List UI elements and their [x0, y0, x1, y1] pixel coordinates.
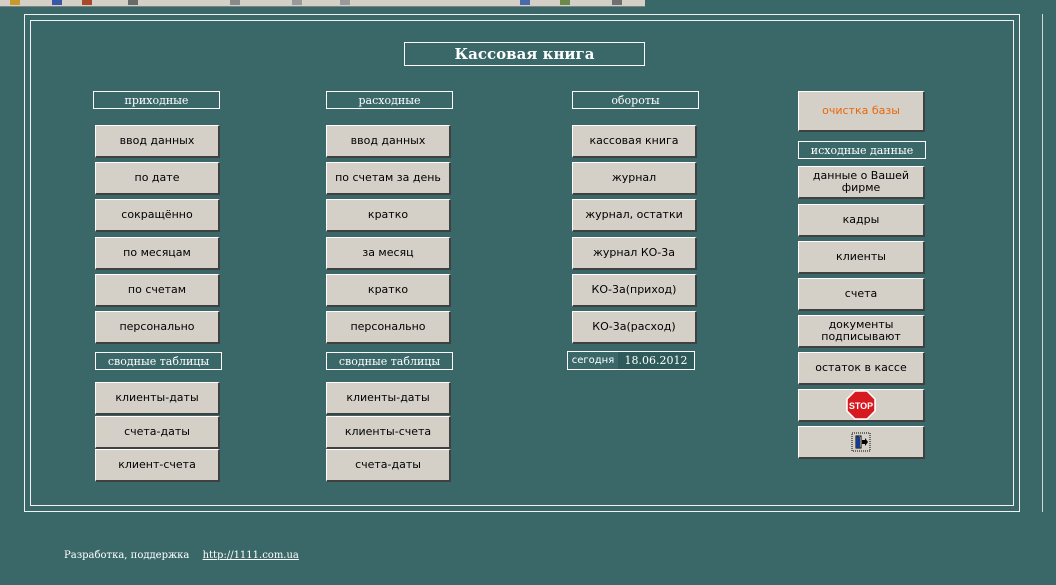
outgoing-accounts-dates-button[interactable]: счета-даты [326, 449, 451, 482]
toolbar-icon[interactable] [52, 0, 62, 5]
today-label: сегодня [571, 355, 615, 366]
footer-link[interactable]: http://1111.com.ua [203, 550, 299, 561]
stop-sign-text: STOP [849, 401, 873, 411]
incoming-by-month-button[interactable]: по месяцам [95, 237, 220, 270]
top-toolbar-strip [0, 0, 645, 7]
incoming-client-accounts-button[interactable]: клиент-счета [95, 449, 220, 482]
stop-button[interactable]: STOP [798, 389, 925, 422]
incoming-clients-dates-button[interactable]: клиенты-даты [95, 382, 220, 415]
incoming-accounts-dates-button[interactable]: счета-даты [95, 416, 220, 449]
toolbar-icon[interactable] [128, 0, 138, 5]
accounts-button[interactable]: счета [798, 278, 925, 311]
outgoing-clients-accounts-button[interactable]: клиенты-счета [326, 416, 451, 449]
outgoing-by-account-day-button[interactable]: по счетам за день [326, 162, 451, 195]
incoming-by-account-button[interactable]: по счетам [95, 274, 220, 307]
clear-database-button[interactable]: очистка базы [798, 91, 925, 132]
incoming-brief-button[interactable]: сокращённо [95, 199, 220, 232]
exit-door-icon [851, 432, 871, 452]
ko3a-incoming-button[interactable]: КО-3а(приход) [572, 274, 697, 307]
footer-text: Разработка, поддержка [64, 550, 190, 561]
outgoing-brief-2-button[interactable]: кратко [326, 274, 451, 307]
outgoing-data-entry-button[interactable]: ввод данных [326, 125, 451, 158]
cash-balance-button[interactable]: остаток в кассе [798, 352, 925, 385]
incoming-data-entry-button[interactable]: ввод данных [95, 125, 220, 158]
outgoing-personal-button[interactable]: персонально [326, 311, 451, 344]
toolbar-icon[interactable] [230, 0, 240, 5]
source-data-header: исходные данные [798, 141, 926, 159]
incoming-personal-button[interactable]: персонально [95, 311, 220, 344]
journal-button[interactable]: журнал [572, 162, 697, 195]
clients-button[interactable]: клиенты [798, 241, 925, 274]
today-value: 18.06.2012 [618, 352, 694, 369]
ko3a-outgoing-button[interactable]: КО-3а(расход) [572, 311, 697, 344]
stop-sign-icon: STOP [846, 390, 876, 420]
page-title: Кассовая книга [404, 42, 645, 66]
outgoing-header: расходные [326, 91, 453, 109]
today-date-box: сегодня 18.06.2012 [567, 351, 695, 370]
journal-ko3a-button[interactable]: журнал КО-3а [572, 237, 697, 270]
staff-button[interactable]: кадры [798, 204, 925, 237]
signatories-button[interactable]: документы подписывают [798, 315, 925, 348]
window-edge-line [1042, 14, 1043, 512]
outgoing-summary-header: сводные таблицы [326, 352, 453, 370]
journal-balances-button[interactable]: журнал, остатки [572, 199, 697, 232]
toolbar-icon[interactable] [520, 0, 530, 5]
turnover-header: обороты [572, 91, 699, 109]
incoming-header: приходные [93, 91, 220, 109]
toolbar-icon[interactable] [612, 0, 622, 5]
toolbar-icon[interactable] [340, 0, 350, 5]
outgoing-brief-button[interactable]: кратко [326, 199, 451, 232]
cash-book-button[interactable]: кассовая книга [572, 125, 697, 158]
exit-button[interactable] [798, 426, 925, 459]
toolbar-icon[interactable] [10, 0, 20, 5]
footer: Разработка, поддержка http://1111.com.ua [64, 550, 299, 561]
incoming-by-date-button[interactable]: по дате [95, 162, 220, 195]
toolbar-icon[interactable] [292, 0, 302, 5]
toolbar-icon[interactable] [560, 0, 570, 5]
outgoing-clients-dates-button[interactable]: клиенты-даты [326, 382, 451, 415]
outgoing-month-button[interactable]: за месяц [326, 237, 451, 270]
incoming-summary-header: сводные таблицы [95, 352, 222, 370]
company-data-button[interactable]: данные о Вашей фирме [798, 166, 925, 199]
toolbar-icon[interactable] [82, 0, 92, 5]
